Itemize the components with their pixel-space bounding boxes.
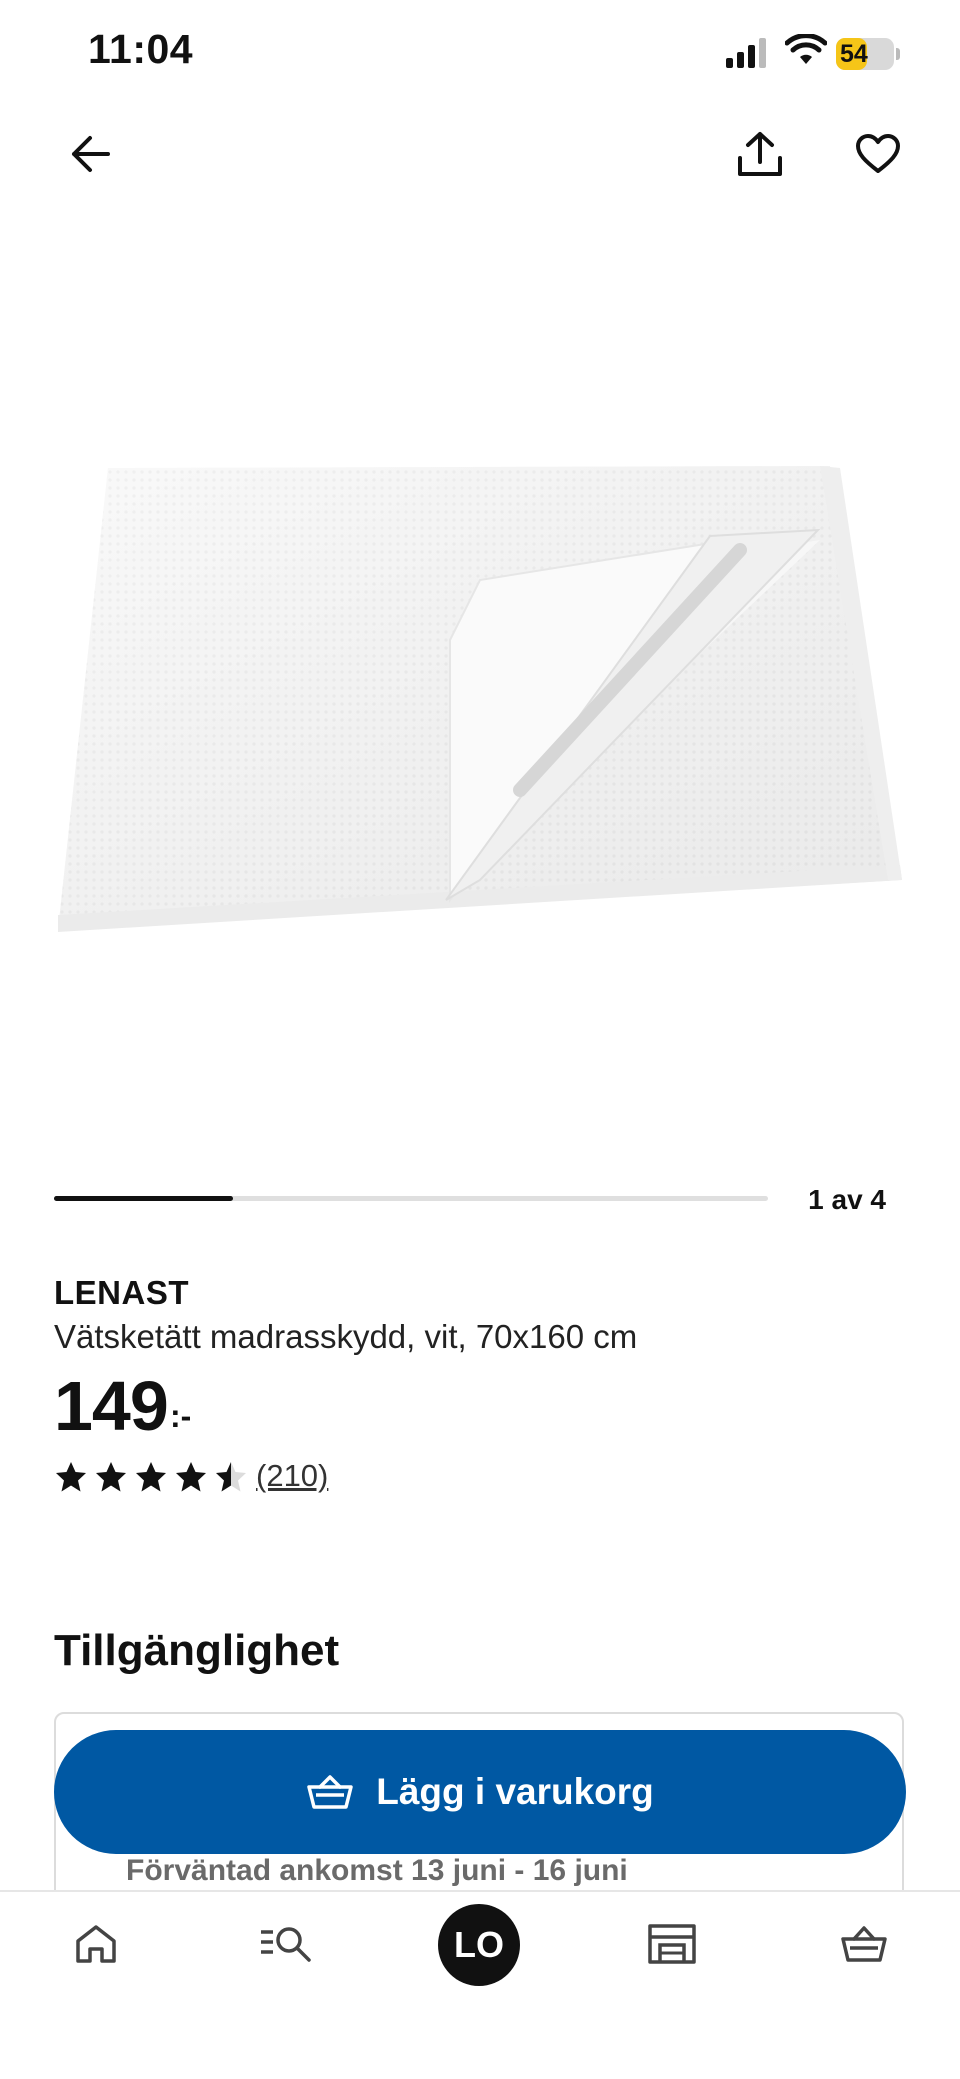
star-icon	[56, 1462, 86, 1492]
arrow-left-icon	[72, 136, 110, 172]
review-count-link[interactable]: (210)	[256, 1458, 328, 1494]
basket-icon	[841, 1926, 887, 1962]
battery-percent: 54	[840, 40, 868, 68]
add-to-cart-button[interactable]: Lägg i varukorg	[54, 1730, 906, 1854]
tab-home[interactable]	[64, 1912, 128, 1976]
star-icon	[96, 1462, 126, 1492]
gallery-counter: 1 av 4	[808, 1184, 886, 1215]
share-icon	[738, 132, 782, 176]
star-icon	[176, 1462, 206, 1492]
basket-icon	[307, 1775, 353, 1809]
add-to-cart-label: Lägg i varukorg	[376, 1771, 654, 1812]
star-icon	[216, 1462, 246, 1492]
product-name: LENAST	[54, 1274, 189, 1311]
tab-cart[interactable]	[832, 1912, 896, 1976]
profile-initials: LO	[454, 1924, 504, 1965]
tab-profile[interactable]: LO	[438, 1904, 520, 1986]
heart-icon	[856, 134, 900, 173]
product-description: Vätsketätt madrasskydd, vit, 70x160 cm	[54, 1318, 638, 1355]
status-time: 11:04	[88, 26, 194, 72]
favorite-button[interactable]	[846, 122, 910, 186]
tab-store[interactable]	[640, 1912, 704, 1976]
product-price: 149	[54, 1367, 169, 1445]
search-list-icon	[261, 1927, 311, 1962]
tab-search[interactable]	[254, 1912, 318, 1976]
share-button[interactable]	[728, 122, 792, 186]
rating-stars[interactable]	[54, 1460, 248, 1494]
signal-icon	[726, 38, 766, 68]
store-icon	[648, 1924, 696, 1964]
wifi-icon	[785, 34, 827, 64]
back-button[interactable]	[58, 122, 122, 186]
home-icon	[76, 1925, 116, 1963]
star-icon	[136, 1462, 166, 1492]
battery-charging-icon: 54	[836, 38, 900, 70]
availability-title: Tillgänglighet	[54, 1626, 340, 1675]
gallery-progress-fill	[54, 1196, 233, 1201]
gallery-progress	[54, 1196, 768, 1201]
delivery-estimate: Förväntad ankomst 13 juni - 16 juni	[126, 1854, 628, 1887]
price-suffix: :-	[170, 1398, 192, 1434]
product-image[interactable]	[50, 460, 910, 940]
